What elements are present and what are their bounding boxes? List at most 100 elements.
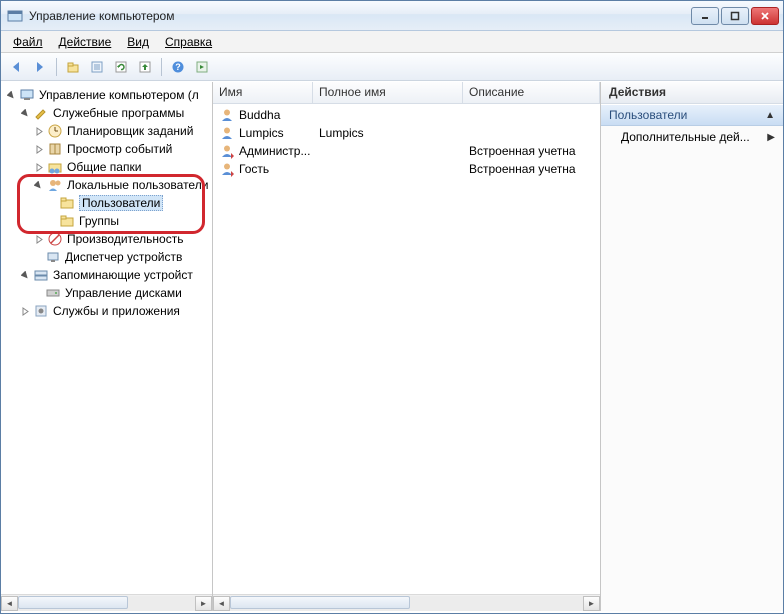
book-icon (47, 141, 63, 157)
forward-button[interactable] (29, 56, 51, 78)
tree-local-users-label: Локальные пользователи (67, 178, 208, 192)
cell-name: Lumpics (239, 126, 284, 140)
list-row[interactable]: Buddha (213, 106, 600, 124)
back-button[interactable] (5, 56, 27, 78)
cell-name: Buddha (239, 108, 280, 122)
tree-disk-management[interactable]: Управление дисками (1, 284, 212, 302)
help-button[interactable]: ? (167, 56, 189, 78)
expander-expand-icon[interactable] (19, 305, 31, 317)
column-description[interactable]: Описание (463, 82, 600, 103)
tree-shared-folders[interactable]: Общие папки (1, 158, 212, 176)
scroll-left-button[interactable]: ◄ (1, 596, 18, 611)
tree-root[interactable]: Управление компьютером (л (1, 86, 212, 104)
list-body: Buddha Lumpics Lumpics Администр... Встр… (213, 104, 600, 594)
tree-local-users[interactable]: Локальные пользователи (1, 176, 212, 194)
svg-text:?: ? (175, 62, 181, 72)
cell-fullname: Lumpics (313, 126, 463, 140)
tree-users[interactable]: Пользователи (1, 194, 212, 212)
clock-icon (47, 123, 63, 139)
tree-services[interactable]: Службы и приложения (1, 302, 212, 320)
tree-groups[interactable]: Группы (1, 212, 212, 230)
scroll-left-button[interactable]: ◄ (213, 596, 230, 611)
close-button[interactable] (751, 7, 779, 25)
tree-pane: Управление компьютером (л Служебные прог… (1, 82, 213, 611)
tree-device-manager-label: Диспетчер устройств (65, 250, 182, 264)
tree-users-label: Пользователи (79, 195, 163, 211)
properties-button[interactable] (86, 56, 108, 78)
column-name[interactable]: Имя (213, 82, 313, 103)
workspace: Управление компьютером (л Служебные прог… (1, 81, 783, 611)
tree-services-label: Службы и приложения (53, 304, 180, 318)
tree-disk-management-label: Управление дисками (65, 286, 182, 300)
tree-event-viewer[interactable]: Просмотр событий (1, 140, 212, 158)
menu-view[interactable]: Вид (119, 33, 157, 51)
performance-icon (47, 231, 63, 247)
tree-hscrollbar[interactable]: ◄ ► (1, 594, 212, 611)
export-button[interactable] (134, 56, 156, 78)
scroll-track[interactable] (18, 596, 195, 611)
expander-collapse-icon[interactable] (5, 89, 17, 101)
list-pane: Имя Полное имя Описание Buddha Lumpics L… (213, 82, 601, 611)
chevron-right-icon: ▶ (767, 132, 775, 143)
expander-collapse-icon[interactable] (33, 179, 45, 191)
menu-action[interactable]: Действие (51, 33, 120, 51)
actions-header: Действия (601, 82, 783, 104)
app-icon (7, 8, 23, 24)
minimize-button[interactable] (691, 7, 719, 25)
tree-performance-label: Производительность (67, 232, 183, 246)
tree-device-manager[interactable]: Диспетчер устройств (1, 248, 212, 266)
scroll-thumb[interactable] (18, 596, 128, 609)
filter-button[interactable] (191, 56, 213, 78)
actions-group-label: Пользователи (609, 108, 687, 122)
expander-expand-icon[interactable] (33, 233, 45, 245)
expander-collapse-icon[interactable] (19, 269, 31, 281)
expander-expand-icon[interactable] (33, 161, 45, 173)
titlebar: Управление компьютером (1, 1, 783, 31)
actions-more[interactable]: Дополнительные дей... ▶ (601, 126, 783, 148)
expander-collapse-icon[interactable] (19, 107, 31, 119)
column-fullname[interactable]: Полное имя (313, 82, 463, 103)
tree-root-label: Управление компьютером (л (39, 88, 199, 102)
scroll-right-button[interactable]: ► (583, 596, 600, 611)
users-icon (47, 177, 63, 193)
scroll-right-button[interactable]: ► (195, 596, 212, 611)
tree-storage-label: Запоминающие устройст (53, 268, 193, 282)
tree-shared-folders-label: Общие папки (67, 160, 141, 174)
list-row[interactable]: Lumpics Lumpics (213, 124, 600, 142)
actions-more-label: Дополнительные дей... (621, 130, 750, 144)
services-icon (33, 303, 49, 319)
scroll-thumb[interactable] (230, 596, 410, 609)
tree-scheduler[interactable]: Планировщик заданий (1, 122, 212, 140)
toolbar-separator (161, 58, 162, 76)
refresh-button[interactable] (110, 56, 132, 78)
actions-pane: Действия Пользователи ▲ Дополнительные д… (601, 82, 783, 611)
shared-folder-icon (47, 159, 63, 175)
list-row[interactable]: Гость Встроенная учетна (213, 160, 600, 178)
toolbar-separator (56, 58, 57, 76)
folder-icon (59, 213, 75, 229)
user-icon (219, 125, 235, 141)
user-icon (219, 107, 235, 123)
disk-icon (45, 285, 61, 301)
tree-event-viewer-label: Просмотр событий (67, 142, 172, 156)
toolbar: ? (1, 53, 783, 81)
menu-help[interactable]: Справка (157, 33, 220, 51)
chevron-up-icon: ▲ (765, 110, 775, 121)
scroll-track[interactable] (230, 596, 583, 611)
list-row[interactable]: Администр... Встроенная учетна (213, 142, 600, 160)
maximize-button[interactable] (721, 7, 749, 25)
actions-group-users[interactable]: Пользователи ▲ (601, 104, 783, 126)
tree-performance[interactable]: Производительность (1, 230, 212, 248)
computer-icon (19, 87, 35, 103)
expander-expand-icon[interactable] (33, 143, 45, 155)
up-button[interactable] (62, 56, 84, 78)
cell-description: Встроенная учетна (463, 144, 600, 158)
tree-utilities[interactable]: Служебные программы (1, 104, 212, 122)
folder-icon (59, 195, 75, 211)
list-hscrollbar[interactable]: ◄ ► (213, 594, 600, 611)
menu-file[interactable]: Файл (5, 33, 51, 51)
menubar: Файл Действие Вид Справка (1, 31, 783, 53)
tools-icon (33, 105, 49, 121)
expander-expand-icon[interactable] (33, 125, 45, 137)
tree-storage[interactable]: Запоминающие устройст (1, 266, 212, 284)
